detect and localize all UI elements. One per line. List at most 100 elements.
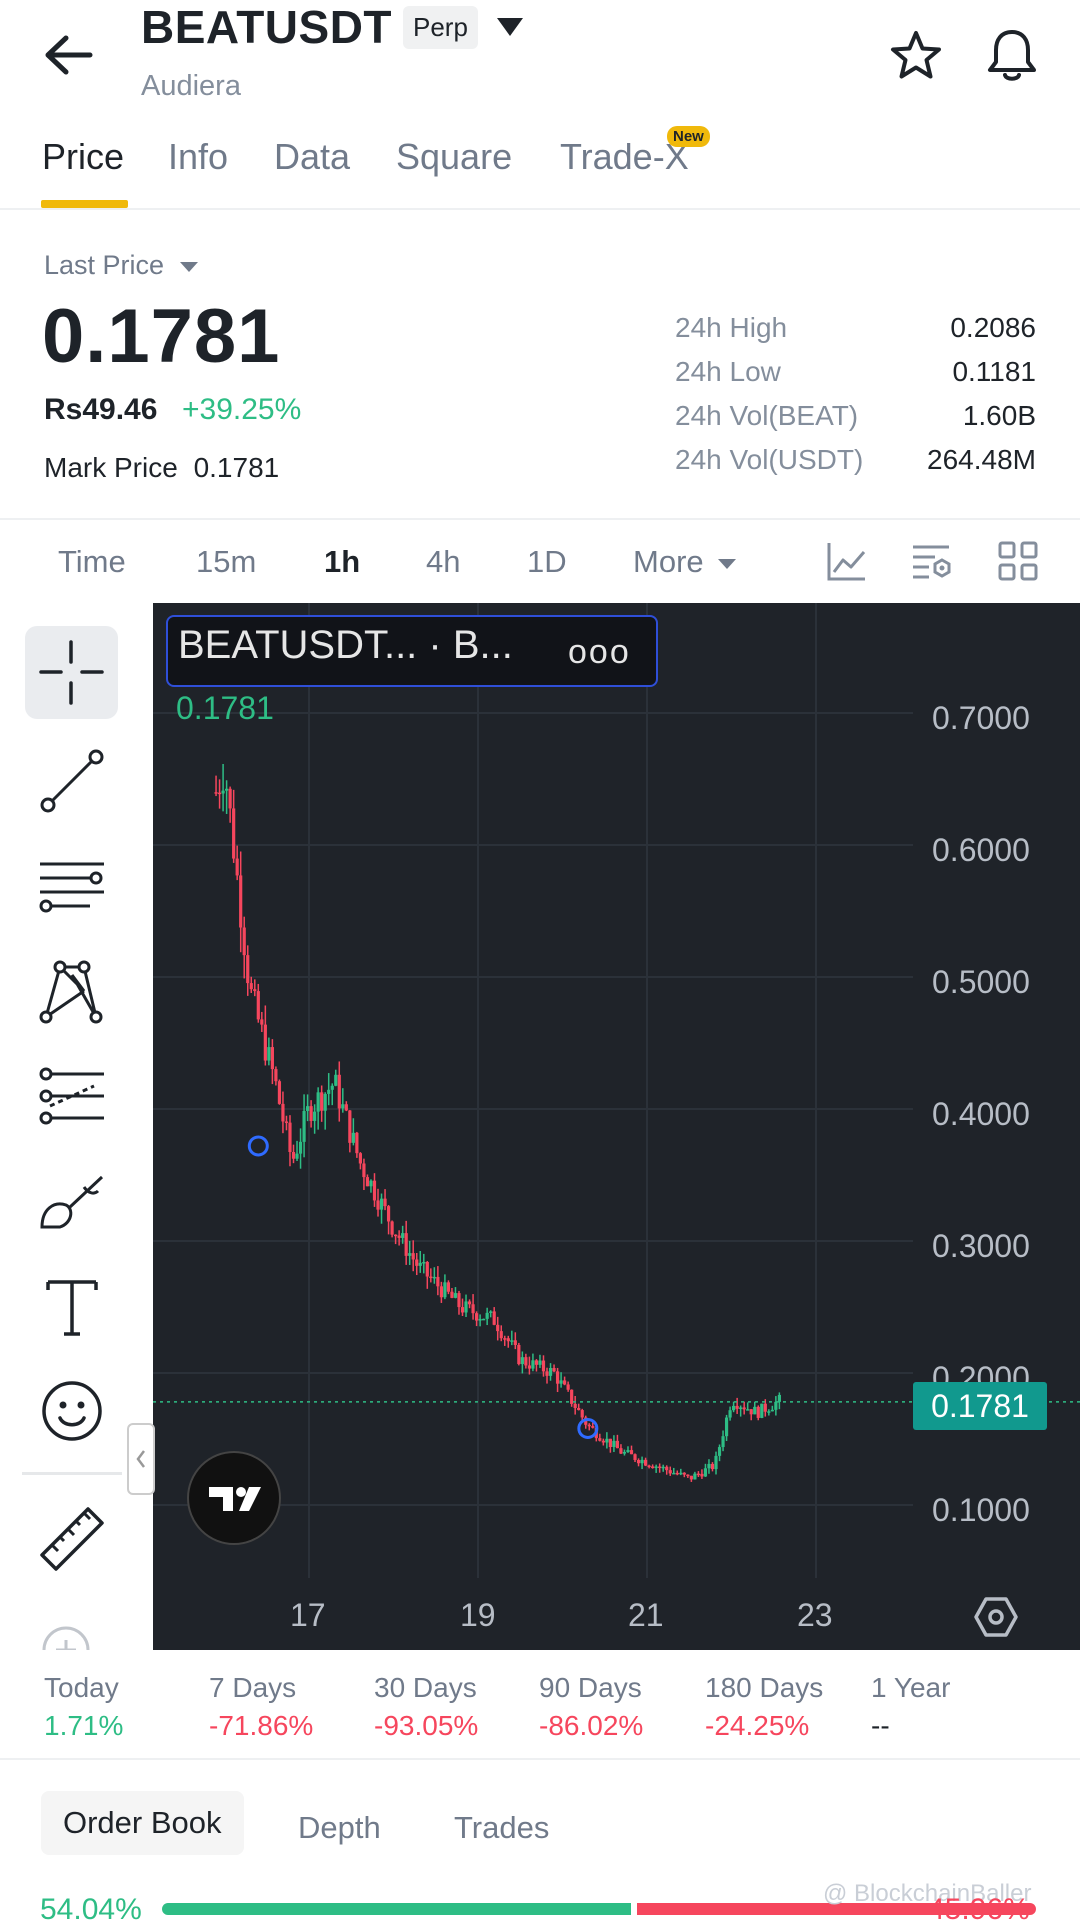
tab-order-book[interactable]: Order Book — [41, 1791, 244, 1855]
new-badge: New — [667, 126, 710, 147]
perf-value-180d: -24.25% — [705, 1710, 810, 1741]
last-price-selector-label: Last Price — [44, 250, 165, 280]
symbol-title[interactable]: BEATUSDT — [141, 0, 392, 54]
candle-body — [376, 1200, 380, 1210]
candle-body — [383, 1198, 387, 1207]
candle-body — [348, 1110, 352, 1143]
candle-body — [302, 1110, 306, 1142]
last-price-selector[interactable]: Last Price — [44, 250, 200, 281]
candle-body — [721, 1436, 725, 1448]
horizontal-lines-tool-icon[interactable] — [36, 850, 108, 922]
chart-legend-symbol: BEATUSDT... · B... — [178, 623, 513, 667]
candle-body — [334, 1074, 338, 1086]
candle-body — [263, 1024, 267, 1061]
performance-divider — [0, 1758, 1080, 1760]
add-tool-icon[interactable] — [36, 1620, 108, 1650]
caret-down-icon[interactable] — [495, 16, 525, 38]
interval-15m[interactable]: 15m — [196, 544, 256, 580]
candle-body — [464, 1301, 468, 1313]
candle-body — [696, 1473, 701, 1476]
candle-body — [482, 1318, 486, 1321]
interval-time[interactable]: Time — [58, 544, 126, 580]
candle-body — [601, 1440, 605, 1443]
candle-body — [235, 858, 239, 876]
candle-body — [439, 1286, 443, 1298]
active-tab-indicator — [41, 200, 128, 208]
candle-body — [313, 1111, 317, 1121]
emoji-tool-icon[interactable] — [36, 1375, 108, 1447]
candle-body — [260, 1019, 264, 1025]
tab-square[interactable]: Square — [396, 136, 512, 178]
candle-body — [221, 790, 225, 794]
interval-more[interactable]: More — [633, 544, 738, 580]
ruler-tool-icon[interactable] — [36, 1503, 108, 1575]
stats-divider — [0, 518, 1080, 520]
chart-settings-icon[interactable] — [911, 542, 953, 580]
candle-body — [534, 1360, 539, 1365]
text-tool-icon[interactable] — [36, 1270, 108, 1342]
candle-body — [499, 1331, 503, 1339]
tab-info[interactable]: Info — [168, 136, 228, 178]
chart-settings-hex-icon[interactable] — [972, 1593, 1020, 1641]
candle-body — [369, 1180, 373, 1187]
candle-body — [527, 1365, 532, 1369]
pattern-tool-icon[interactable] — [36, 955, 108, 1027]
interval-1d[interactable]: 1D — [527, 544, 567, 580]
caret-down-icon — [179, 261, 198, 272]
candle-body — [732, 1405, 736, 1411]
tab-depth[interactable]: Depth — [298, 1810, 381, 1846]
interval-1h[interactable]: 1h — [324, 544, 360, 580]
x-axis-tick: 19 — [460, 1597, 496, 1633]
buy-ratio-percent: 54.04% — [40, 1893, 142, 1926]
candle-body — [267, 1047, 271, 1061]
indicator-chart-icon[interactable] — [826, 540, 868, 582]
candle-body — [767, 1411, 771, 1413]
candle-body — [686, 1474, 690, 1477]
candle-body — [724, 1417, 729, 1437]
candle-body — [636, 1459, 641, 1464]
tab-price[interactable]: Price — [42, 136, 124, 178]
candle-body — [411, 1253, 415, 1260]
fibonacci-tool-icon[interactable] — [36, 1060, 108, 1132]
tabs-divider — [0, 208, 1080, 210]
brush-tool-icon[interactable] — [36, 1165, 108, 1237]
tab-data[interactable]: Data — [274, 136, 350, 178]
tab-trades[interactable]: Trades — [454, 1810, 549, 1846]
collapse-toolbar-handle[interactable] — [127, 1423, 155, 1495]
candle-body — [777, 1394, 781, 1402]
candle-body — [372, 1180, 377, 1201]
y-axis-tick: 0.7000 — [932, 700, 1030, 736]
back-arrow-icon[interactable] — [40, 30, 100, 80]
bell-icon[interactable] — [985, 26, 1039, 84]
perf-label-30d: 30 Days — [374, 1672, 477, 1703]
interval-4h[interactable]: 4h — [426, 544, 460, 580]
candle-body — [661, 1466, 665, 1469]
layout-grid-icon[interactable] — [998, 541, 1038, 581]
candle-body — [612, 1440, 616, 1448]
crosshair-tool-button[interactable] — [25, 626, 118, 719]
candle-body — [538, 1360, 542, 1365]
candle-body — [471, 1304, 475, 1314]
toolbar-divider — [22, 1472, 122, 1475]
candle-body — [281, 1103, 285, 1122]
candle-body — [563, 1380, 567, 1385]
candle-body — [358, 1153, 363, 1164]
perf-value-today: 1.71% — [44, 1710, 124, 1741]
tradingview-logo-icon[interactable] — [187, 1451, 281, 1545]
price-change-percent: +39.25% — [182, 393, 302, 426]
candle-body — [316, 1092, 320, 1112]
candle-body — [492, 1311, 496, 1325]
candle-body — [746, 1409, 750, 1411]
trend-line-tool-icon[interactable] — [36, 745, 108, 817]
star-icon[interactable] — [888, 28, 944, 84]
candle-body — [760, 1403, 764, 1418]
more-options-icon[interactable]: ooo — [568, 633, 631, 672]
chart-marker — [247, 1135, 269, 1157]
candle-body — [355, 1132, 359, 1154]
candle-body — [520, 1357, 524, 1365]
candle-body — [668, 1470, 672, 1474]
candle-body — [739, 1407, 743, 1409]
fiat-price: Rs49.46 — [44, 393, 158, 426]
candle-body — [682, 1472, 686, 1475]
mark-price-label: Mark Price — [44, 452, 178, 483]
